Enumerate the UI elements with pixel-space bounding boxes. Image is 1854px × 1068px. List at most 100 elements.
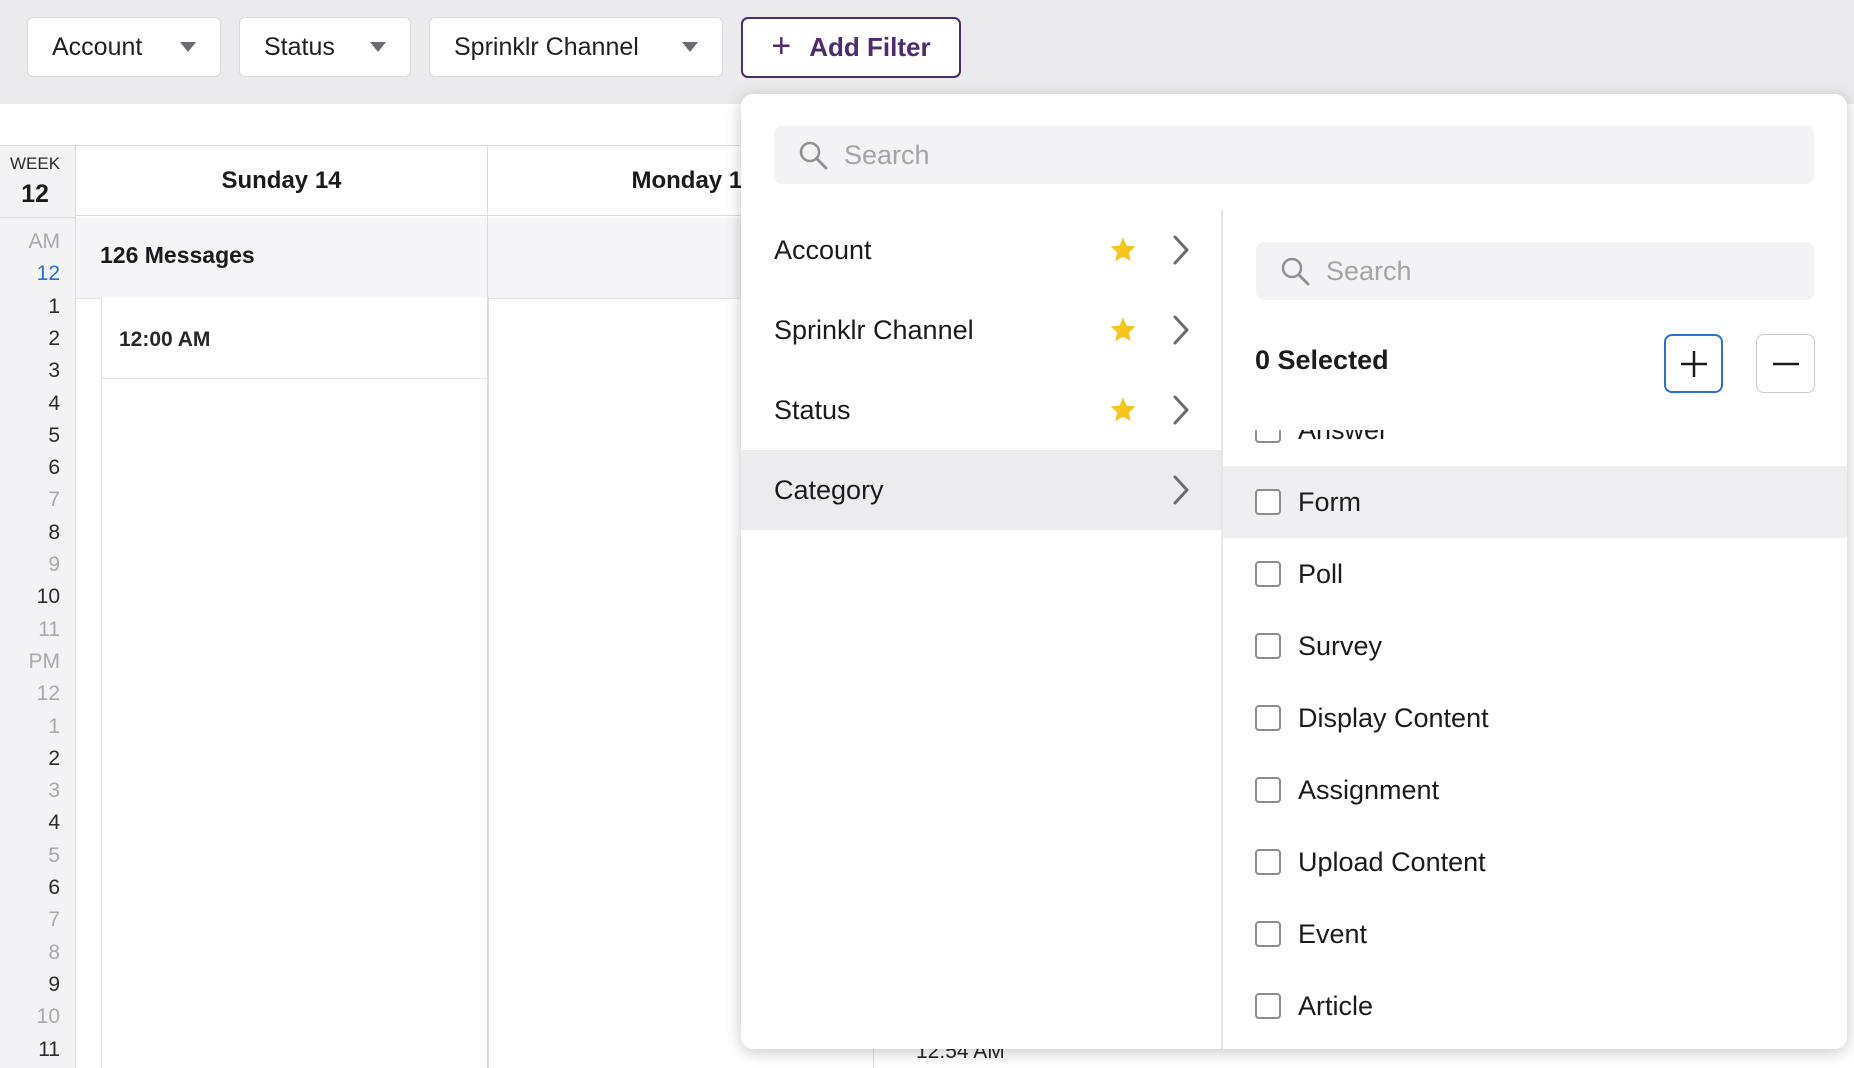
time-slot[interactable]: 12:00 AM [102, 298, 488, 379]
week-number: 12 [21, 180, 49, 208]
week-indicator: WEEK 12 [0, 145, 75, 218]
option-row[interactable]: Form [1223, 466, 1847, 538]
hour-label: 1 [48, 714, 60, 738]
category-label: Sprinklr Channel [774, 314, 974, 345]
option-row[interactable]: Survey [1223, 610, 1847, 682]
chevron-right-icon [1173, 395, 1189, 425]
minus-icon [1772, 362, 1799, 365]
hour-label: 7 [48, 908, 60, 932]
hour-label: 5 [48, 423, 60, 447]
hour-label: 5 [48, 843, 60, 867]
category-value-list[interactable]: Answer Form Poll Survey Display Content Assig… [1223, 430, 1847, 1049]
day-header-sunday[interactable]: Sunday 14 [76, 145, 488, 216]
checkbox[interactable] [1255, 489, 1281, 515]
hour-label: 3 [48, 779, 60, 803]
category-item-status[interactable]: Status [741, 370, 1222, 450]
clear-selection-button[interactable] [1756, 334, 1815, 393]
hour-label: 4 [48, 391, 60, 415]
search-icon [799, 141, 828, 170]
option-row[interactable]: Upload Content [1223, 826, 1847, 898]
selected-count: 0 Selected [1255, 345, 1389, 375]
hour-label: 12 [36, 262, 60, 286]
hour-label: 3 [48, 359, 60, 383]
option-row[interactable]: Poll [1223, 538, 1847, 610]
caret-down-icon [682, 42, 698, 52]
filter-chip-label: Account [52, 32, 143, 61]
caret-down-icon [370, 42, 386, 52]
add-filter-dropdown: Account Sprinklr Channel Status Category… [741, 94, 1847, 1049]
slot-time: 12:00 AM [119, 328, 211, 351]
hour-label: 11 [38, 1037, 60, 1061]
checkbox[interactable] [1255, 633, 1281, 659]
checkbox[interactable] [1255, 561, 1281, 587]
category-label: Status [774, 394, 851, 425]
category-item-sprinklr-channel[interactable]: Sprinklr Channel [741, 290, 1222, 370]
option-label: Answer [1298, 430, 1388, 446]
hour-label: 11 [38, 617, 60, 641]
option-label: Display Content [1298, 702, 1489, 733]
option-label: Event [1298, 918, 1368, 949]
week-label: WEEK [9, 154, 61, 173]
option-row[interactable]: Event [1223, 898, 1847, 970]
plus-icon: + [771, 27, 792, 65]
add-filter-label: Add Filter [809, 32, 931, 62]
category-label: Category [774, 474, 884, 505]
checkbox[interactable] [1255, 705, 1281, 731]
option-row[interactable]: Article [1223, 970, 1847, 1042]
messages-count: 126 Messages [100, 242, 255, 268]
checkbox[interactable] [1255, 777, 1281, 803]
hour-label: 2 [48, 326, 60, 350]
all-day-row[interactable]: 126 Messages [76, 218, 756, 299]
filter-category-list: Account Sprinklr Channel Status Category [741, 210, 1222, 530]
hour-label: AM [28, 230, 61, 253]
filter-bar: Account Status Sprinklr Channel + Add Fi… [0, 0, 1854, 104]
column-divider [487, 216, 488, 1068]
hour-label: 10 [36, 1005, 60, 1029]
hour-label: 9 [48, 972, 60, 996]
hour-label: 7 [48, 488, 60, 512]
hour-label: 1 [48, 294, 60, 318]
chevron-right-icon [1173, 315, 1189, 345]
option-label: Assignment [1298, 774, 1440, 805]
filter-chip-label: Status [264, 32, 335, 61]
filter-search-field[interactable] [774, 126, 1814, 184]
option-label: Survey [1298, 630, 1383, 661]
hour-label: 4 [48, 811, 60, 835]
hour-label: PM [28, 649, 61, 673]
checkbox[interactable] [1255, 849, 1281, 875]
value-search-input[interactable] [1324, 254, 1775, 288]
option-row[interactable]: Display Content [1223, 682, 1847, 754]
checkbox[interactable] [1255, 430, 1281, 443]
option-label: Article [1298, 990, 1374, 1021]
option-row[interactable]: Idea [1223, 1042, 1847, 1049]
add-filter-button[interactable]: + Add Filter [741, 17, 961, 78]
hour-label: 8 [48, 520, 60, 544]
star-icon[interactable] [1108, 235, 1138, 265]
star-icon[interactable] [1108, 395, 1138, 425]
filter-chip-status[interactable]: Status [239, 17, 411, 77]
hour-label: 12 [36, 682, 60, 706]
value-search-field[interactable] [1256, 242, 1814, 300]
option-label: Upload Content [1298, 846, 1486, 877]
filter-chip-sprinklr-channel[interactable]: Sprinklr Channel [429, 17, 723, 77]
category-label: Account [774, 234, 872, 265]
option-row[interactable]: Assignment [1223, 754, 1847, 826]
category-item-category[interactable]: Category [741, 450, 1222, 530]
hour-label: 8 [48, 940, 60, 964]
category-item-account[interactable]: Account [741, 210, 1222, 290]
day-column-sunday[interactable]: 12:00 AM [101, 298, 489, 1068]
hour-label: 6 [48, 456, 60, 480]
chevron-right-icon [1173, 475, 1189, 505]
star-icon[interactable] [1108, 315, 1138, 345]
chevron-right-icon [1173, 235, 1189, 265]
option-label: Form [1298, 486, 1361, 517]
filter-search-input[interactable] [842, 138, 1678, 172]
option-label: Poll [1298, 558, 1344, 589]
checkbox[interactable] [1255, 921, 1281, 947]
option-row[interactable]: Answer [1223, 430, 1847, 466]
select-all-button[interactable] [1664, 334, 1723, 393]
plus-icon [1680, 350, 1707, 377]
hour-label: 6 [48, 876, 60, 899]
filter-chip-account[interactable]: Account [27, 17, 221, 77]
checkbox[interactable] [1255, 993, 1281, 1019]
